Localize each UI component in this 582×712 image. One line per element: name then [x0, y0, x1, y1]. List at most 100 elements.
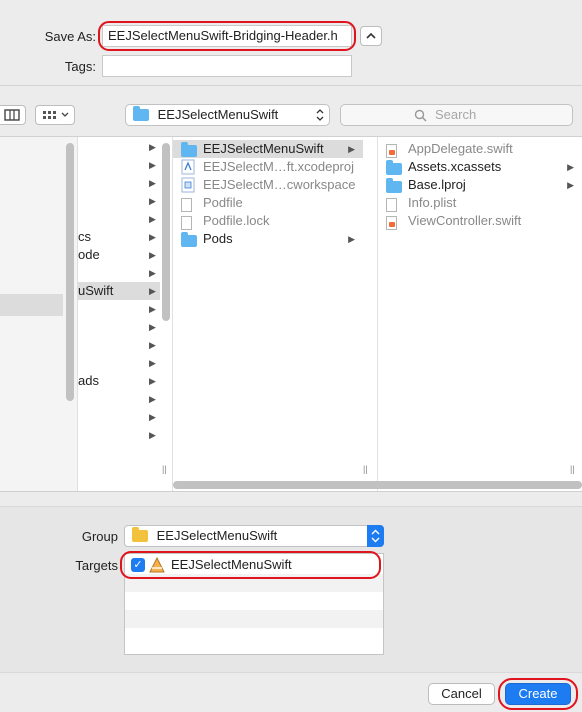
file-row[interactable]: Pods ▶	[173, 230, 363, 248]
parent-column: cs ode uSwift ads ▶ ▶ ▶ ▶ ▶ ▶ ▶ ▶ ▶ ▶ ▶ ▶ ▶ ▶ ▶ ▶ ▶ ||	[78, 137, 172, 492]
file-name: ViewController.swift	[408, 213, 522, 228]
chevron-up-icon	[366, 32, 376, 39]
file-row[interactable]: Base.lproj ▶	[378, 176, 582, 194]
file-name: EEJSelectMenuSwift	[203, 141, 324, 156]
file-name: Podfile.lock	[203, 213, 270, 228]
column-view-icon	[4, 109, 20, 121]
create-highlight-ring	[498, 678, 578, 710]
file-name: Base.lproj	[408, 177, 466, 192]
group-folder-icon	[132, 526, 148, 542]
expand-button[interactable]	[360, 26, 382, 46]
search-placeholder: Search	[435, 107, 477, 122]
column-view-button[interactable]	[0, 105, 26, 125]
target-highlight-ring	[120, 551, 381, 579]
file-name: Pods	[203, 231, 233, 246]
folder-icon	[181, 231, 197, 247]
disclosure-arrow-icon: ▶	[149, 430, 156, 440]
disclosure-arrow-icon: ▶	[149, 142, 156, 152]
disclosure-arrow-icon: ▶	[149, 340, 156, 350]
cancel-button[interactable]: Cancel	[428, 683, 495, 705]
file-row[interactable]: EEJSelectM…ft.xcodeproj	[173, 158, 363, 176]
disclosure-arrow-icon: ▶	[149, 250, 156, 260]
disclosure-arrow-icon: ▶	[149, 268, 156, 278]
disclosure-arrow-icon: ▶	[149, 160, 156, 170]
file-row[interactable]: Info.plist	[378, 194, 582, 212]
file-name: Podfile	[203, 195, 243, 210]
disclosure-arrow-icon: ▶	[149, 214, 156, 224]
swift-file-icon	[386, 215, 397, 230]
tags-field[interactable]	[102, 55, 352, 77]
horizontal-scrollbar[interactable]	[173, 481, 582, 489]
folder-icon	[386, 177, 402, 193]
disclosure-arrow-icon: ▶	[348, 234, 355, 244]
swift-file-icon	[386, 143, 397, 158]
sidebar	[0, 137, 78, 492]
tags-label: Tags:	[64, 59, 96, 74]
file-browser: cs ode uSwift ads ▶ ▶ ▶ ▶ ▶ ▶ ▶ ▶ ▶ ▶ ▶ ▶ ▶ ▶ ▶ ▶ ▶ || E…	[0, 136, 582, 492]
sidebar-row-cs[interactable]: cs	[78, 229, 91, 244]
group-popup[interactable]: EEJSelectMenuSwift	[124, 525, 384, 547]
file-row[interactable]: ViewController.swift	[378, 212, 582, 230]
folder-icon	[133, 105, 149, 121]
file-row[interactable]: EEJSelectMenuSwift ▶	[173, 140, 363, 158]
plist-file-icon	[386, 197, 397, 212]
up-down-chevron-icon	[371, 529, 380, 543]
search-icon	[414, 109, 427, 122]
parent-column-scrollbar[interactable]	[162, 143, 170, 321]
sidebar-row-ode[interactable]: ode	[78, 247, 100, 262]
file-name: EEJSelectM…cworkspace	[203, 177, 356, 192]
xcodeproj-icon	[181, 159, 195, 175]
file-name: AppDelegate.swift	[408, 141, 513, 156]
disclosure-arrow-icon: ▶	[149, 394, 156, 404]
column-resizer[interactable]: ||	[570, 464, 575, 474]
filename-highlight-ring	[98, 21, 356, 51]
up-down-chevron-icon	[316, 109, 324, 121]
disclosure-arrow-icon: ▶	[149, 196, 156, 206]
file-row[interactable]: Podfile	[173, 194, 363, 212]
column-resizer[interactable]: ||	[162, 464, 167, 474]
browser-toolbar: EEJSelectMenuSwift Search	[0, 86, 582, 136]
disclosure-arrow-icon: ▶	[149, 232, 156, 242]
file-name: EEJSelectM…ft.xcodeproj	[203, 159, 355, 174]
disclosure-arrow-icon: ▶	[149, 178, 156, 188]
file-name: Assets.xcassets	[408, 159, 502, 174]
disclosure-arrow-icon: ▶	[149, 376, 156, 386]
file-name: Info.plist	[408, 195, 457, 210]
workspace-icon	[181, 177, 195, 193]
search-field[interactable]: Search	[340, 104, 573, 126]
disclosure-arrow-icon: ▶	[567, 162, 574, 172]
group-popup-stepper[interactable]	[367, 525, 384, 547]
sidebar-row-uswift[interactable]: uSwift	[78, 283, 113, 298]
file-row[interactable]: Assets.xcassets ▶	[378, 158, 582, 176]
file-row[interactable]: AppDelegate.swift	[378, 140, 582, 158]
sidebar-row-ads[interactable]: ads	[78, 373, 99, 388]
disclosure-arrow-icon: ▶	[149, 412, 156, 422]
disclosure-arrow-icon: ▶	[149, 322, 156, 332]
column-resizer[interactable]: ||	[363, 464, 368, 474]
sidebar-scrollbar[interactable]	[66, 143, 74, 401]
file-row[interactable]: Podfile.lock	[173, 212, 363, 230]
folder-icon	[181, 141, 197, 157]
grid-view-icon	[43, 111, 69, 119]
group-label: Group	[81, 529, 118, 544]
location-popup[interactable]: EEJSelectMenuSwift	[125, 104, 330, 126]
file-icon	[181, 215, 192, 230]
save-as-label: Save As:	[44, 29, 96, 44]
folder-icon	[386, 159, 402, 175]
targets-label: Targets	[75, 558, 118, 573]
group-value: EEJSelectMenuSwift	[156, 528, 278, 543]
save-header: Save As: EEJSelectMenuSwift-Bridging-Hea…	[0, 0, 582, 86]
location-label: EEJSelectMenuSwift	[157, 107, 279, 122]
disclosure-arrow-icon: ▶	[149, 304, 156, 314]
disclosure-arrow-icon: ▶	[567, 180, 574, 190]
file-row[interactable]: EEJSelectM…cworkspace	[173, 176, 363, 194]
project-column: EEJSelectMenuSwift ▶ EEJSelectM…ft.xcodepr…	[173, 137, 377, 492]
options-panel: Group EEJSelectMenuSwift Targets ✓ EEJSe…	[0, 491, 582, 712]
arrange-menu-button[interactable]	[35, 105, 75, 125]
disclosure-arrow-icon: ▶	[149, 358, 156, 368]
sidebar-selected-item[interactable]	[0, 294, 63, 316]
disclosure-arrow-icon: ▶	[149, 286, 156, 296]
targets-list-stripe	[125, 610, 383, 628]
file-icon	[181, 197, 192, 212]
contents-column: AppDelegate.swift Assets.xcassets ▶ Base.lp…	[378, 137, 582, 492]
